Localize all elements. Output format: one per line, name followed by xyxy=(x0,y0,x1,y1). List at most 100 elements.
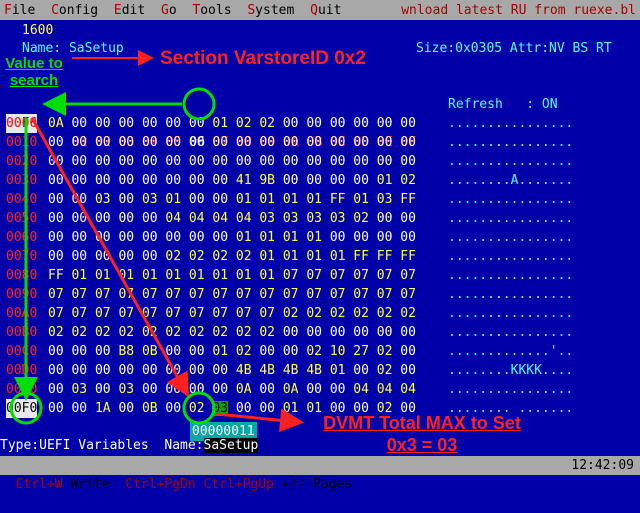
hex-byte[interactable]: 00 xyxy=(118,116,134,131)
hex-byte[interactable]: 02 xyxy=(189,249,205,264)
hex-byte[interactable]: 00 xyxy=(377,325,393,340)
hex-byte[interactable]: 02 xyxy=(259,116,275,131)
hex-byte[interactable]: 01 xyxy=(330,363,346,378)
hex-byte[interactable]: 00 xyxy=(377,211,393,226)
hex-byte[interactable]: 01 xyxy=(283,192,299,207)
hex-byte[interactable]: 02 xyxy=(330,306,346,321)
hex-byte[interactable]: 02 xyxy=(118,325,134,340)
refresh-status[interactable]: Refresh : ON xyxy=(448,95,558,114)
hex-byte[interactable]: 00 xyxy=(71,230,87,245)
hex-byte[interactable]: 00 xyxy=(306,154,322,169)
hex-byte[interactable]: 02 xyxy=(353,306,369,321)
hex-byte[interactable]: 00 xyxy=(306,116,322,131)
hex-byte[interactable]: 07 xyxy=(283,268,299,283)
hex-byte[interactable]: 00 xyxy=(283,154,299,169)
hex-byte[interactable]: 01 xyxy=(377,173,393,188)
hex-byte[interactable]: 00 xyxy=(306,382,322,397)
hex-byte[interactable]: 01 xyxy=(95,268,111,283)
row-bytes[interactable]: FF 01 01 01 01 01 01 01 01 01 07 07 07 0… xyxy=(48,266,416,285)
hex-byte[interactable]: 00 xyxy=(71,154,87,169)
hex-byte[interactable]: 00 xyxy=(71,211,87,226)
hex-byte[interactable]: 07 xyxy=(330,287,346,302)
hex-byte[interactable]: 00 xyxy=(283,173,299,188)
hex-byte[interactable]: 02 xyxy=(306,306,322,321)
hex-byte[interactable]: 00 xyxy=(212,135,228,150)
hex-byte[interactable]: 02 xyxy=(142,325,158,340)
hex-byte[interactable]: 07 xyxy=(48,287,64,302)
hex-byte[interactable]: 00 xyxy=(95,116,111,131)
hex-byte[interactable]: 00 xyxy=(48,173,64,188)
hex-byte[interactable]: 02 xyxy=(189,325,205,340)
row-bytes[interactable]: 0A 00 00 00 00 00 00 01 02 02 00 00 00 0… xyxy=(48,114,416,133)
hex-byte[interactable]: 00 xyxy=(353,173,369,188)
hex-byte[interactable]: 01 xyxy=(353,192,369,207)
row-bytes[interactable]: 00 00 00 00 00 00 00 00 4B 4B 4B 4B 01 0… xyxy=(48,361,416,380)
hex-byte[interactable]: 00 xyxy=(189,135,205,150)
menu-item-4[interactable]: Tools xyxy=(192,1,231,20)
hex-byte[interactable]: 00 xyxy=(236,154,252,169)
hex-byte[interactable]: 07 xyxy=(212,287,228,302)
hex-byte[interactable]: 00 xyxy=(95,173,111,188)
hex-byte[interactable]: 27 xyxy=(353,344,369,359)
hex-byte[interactable]: 02 xyxy=(95,325,111,340)
hex-byte[interactable]: FF xyxy=(353,249,369,264)
hex-byte[interactable]: 01 xyxy=(306,192,322,207)
hex-byte[interactable]: 07 xyxy=(95,287,111,302)
hex-byte[interactable]: FF xyxy=(400,249,416,264)
row-bytes[interactable]: 07 07 07 07 07 07 07 07 07 07 07 07 07 0… xyxy=(48,285,416,304)
cursor-byte[interactable]: 03 xyxy=(212,401,229,416)
hex-byte[interactable]: 07 xyxy=(330,268,346,283)
row-bytes[interactable]: 00 00 00 00 00 00 00 00 41 9B 00 00 00 0… xyxy=(48,171,416,190)
row-bytes[interactable]: 00 00 00 00 00 00 00 00 01 01 01 01 00 0… xyxy=(48,228,416,247)
write-key[interactable]: Ctrl+W xyxy=(16,477,63,492)
hex-byte[interactable]: 07 xyxy=(306,287,322,302)
hex-byte[interactable]: 07 xyxy=(400,287,416,302)
hex-byte[interactable]: 07 xyxy=(353,268,369,283)
hex-byte[interactable]: 10 xyxy=(330,344,346,359)
page-keys[interactable]: Ctrl+PgDn Ctrl+PgUp xyxy=(125,477,274,492)
hex-byte[interactable]: 00 xyxy=(95,382,111,397)
hex-byte[interactable]: 00 xyxy=(400,211,416,226)
hex-byte[interactable]: 00 xyxy=(330,382,346,397)
hex-byte[interactable]: 01 xyxy=(330,249,346,264)
hex-byte[interactable]: 00 xyxy=(212,192,228,207)
hex-byte[interactable]: 00 xyxy=(165,173,181,188)
hex-byte[interactable]: 00 xyxy=(165,401,181,416)
hex-byte[interactable]: 01 xyxy=(212,268,228,283)
hex-byte[interactable]: 07 xyxy=(400,268,416,283)
hex-byte[interactable]: 00 xyxy=(212,173,228,188)
hex-byte[interactable]: 00 xyxy=(330,325,346,340)
hex-byte[interactable]: 00 xyxy=(400,230,416,245)
menu-item-3[interactable]: Go xyxy=(161,1,177,20)
hex-byte[interactable]: 00 xyxy=(48,154,64,169)
hex-byte[interactable]: 07 xyxy=(189,306,205,321)
hex-byte[interactable]: 9B xyxy=(259,173,275,188)
hex-byte[interactable]: 01 xyxy=(259,249,275,264)
hex-byte[interactable]: 07 xyxy=(353,287,369,302)
hex-byte[interactable]: 00 xyxy=(142,363,158,378)
hex-byte[interactable]: 00 xyxy=(377,230,393,245)
hex-byte[interactable]: 00 xyxy=(142,154,158,169)
menu-item-6[interactable]: Quit xyxy=(310,1,341,20)
hex-byte[interactable]: 00 xyxy=(353,363,369,378)
hex-byte[interactable]: 01 xyxy=(306,230,322,245)
hex-byte[interactable]: 01 xyxy=(236,192,252,207)
hex-byte[interactable]: 00 xyxy=(71,192,87,207)
hex-byte[interactable]: 4B xyxy=(283,363,299,378)
hex-byte[interactable]: FF xyxy=(330,192,346,207)
hex-byte[interactable]: 07 xyxy=(259,306,275,321)
hex-byte[interactable]: 00 xyxy=(189,382,205,397)
hex-byte[interactable]: 00 xyxy=(165,344,181,359)
hex-byte[interactable]: 02 xyxy=(236,116,252,131)
hex-byte[interactable]: 00 xyxy=(189,363,205,378)
hex-byte[interactable]: 04 xyxy=(236,211,252,226)
hex-byte[interactable]: 00 xyxy=(189,154,205,169)
hex-byte[interactable]: 00 xyxy=(95,230,111,245)
hex-byte[interactable]: 07 xyxy=(236,287,252,302)
hex-byte[interactable]: 01 xyxy=(259,192,275,207)
hex-byte[interactable]: 00 xyxy=(142,173,158,188)
hex-byte[interactable]: 07 xyxy=(306,268,322,283)
hex-byte[interactable]: 4B xyxy=(259,363,275,378)
hex-byte[interactable]: 00 xyxy=(71,116,87,131)
hex-byte[interactable]: 01 xyxy=(259,230,275,245)
